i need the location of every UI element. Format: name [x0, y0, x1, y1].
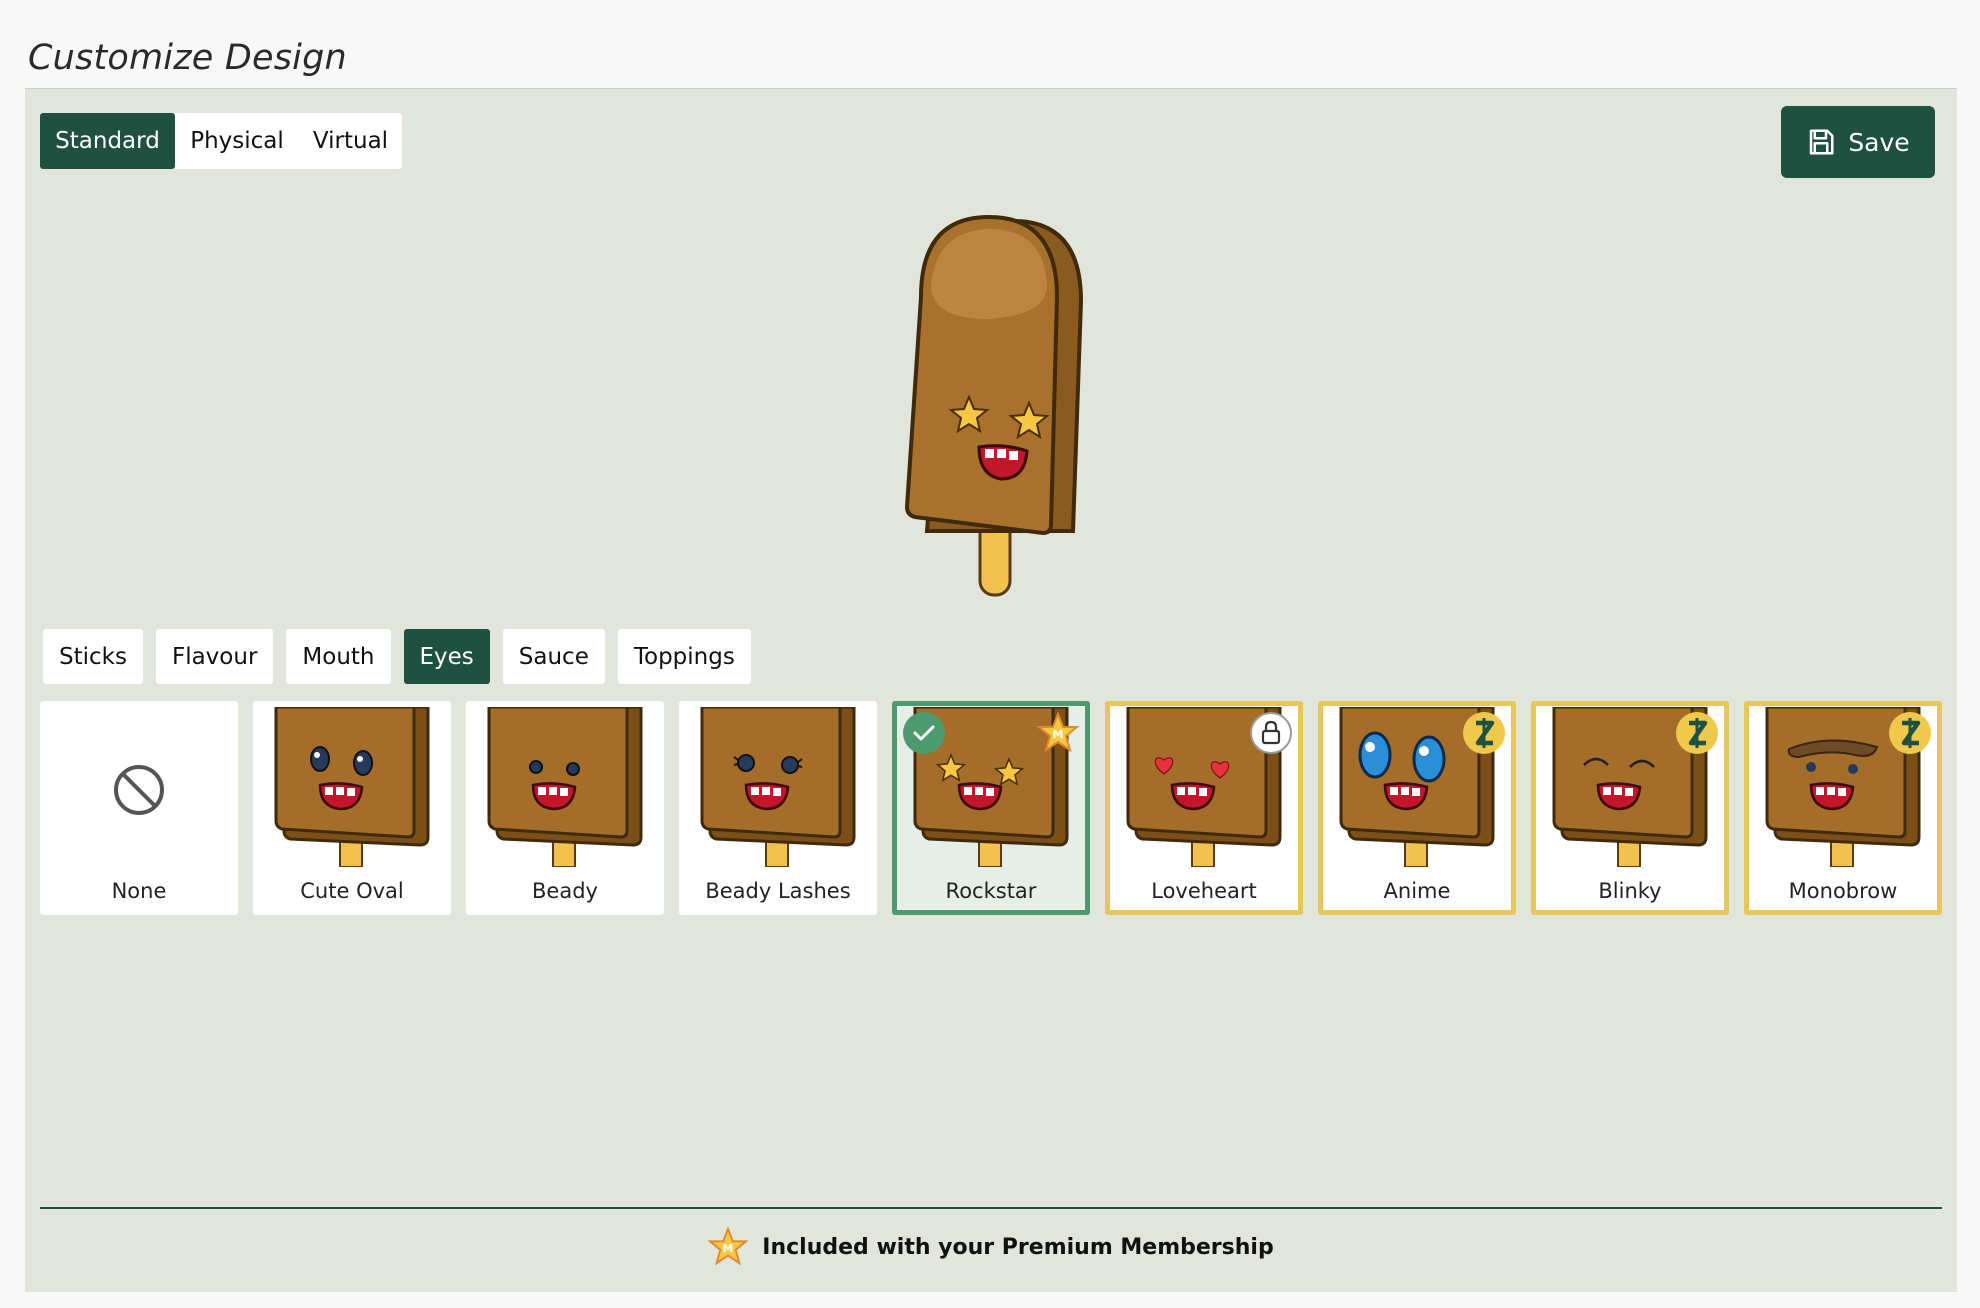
check-icon: [903, 712, 945, 754]
coin-icon: [1676, 712, 1718, 754]
cute-oval-thumbnail: [274, 707, 430, 867]
beady-thumbnail: [487, 707, 643, 867]
svg-text:M: M: [723, 1243, 733, 1255]
option-label: Loveheart: [1151, 879, 1257, 903]
option-cute-oval[interactable]: Cute Oval: [253, 701, 451, 915]
membership-note-text: Included with your Premium Membership: [762, 1234, 1274, 1260]
page-title: Customize Design: [28, 38, 347, 78]
option-beady[interactable]: Beady: [466, 701, 664, 915]
design-panel: Standard Physical Virtual Save Sticks Fl…: [25, 88, 1957, 1292]
design-preview: [885, 207, 1125, 607]
save-label: Save: [1848, 127, 1910, 157]
option-monobrow[interactable]: Monobrow: [1744, 701, 1942, 915]
tab-flavour[interactable]: Flavour: [155, 629, 274, 684]
coin-icon: [1463, 712, 1505, 754]
option-anime[interactable]: Anime: [1318, 701, 1516, 915]
tab-sticks[interactable]: Sticks: [43, 629, 143, 684]
tab-mouth[interactable]: Mouth: [286, 629, 391, 684]
membership-star-icon: M: [1036, 711, 1080, 754]
tab-physical[interactable]: Physical: [175, 113, 299, 169]
membership-star-icon: M: [708, 1227, 749, 1266]
option-loveheart[interactable]: Loveheart: [1105, 701, 1303, 915]
ban-icon: [114, 765, 164, 815]
tab-standard[interactable]: Standard: [40, 113, 175, 169]
option-rockstar[interactable]: M Rockstar: [892, 701, 1090, 915]
mode-tabs: Standard Physical Virtual: [40, 113, 402, 169]
option-label: Monobrow: [1788, 879, 1898, 903]
tab-sauce[interactable]: Sauce: [502, 629, 605, 684]
option-label: Rockstar: [945, 879, 1037, 903]
tab-virtual[interactable]: Virtual: [299, 113, 402, 169]
category-tabs: Sticks Flavour Mouth Eyes Sauce Toppings: [43, 629, 751, 684]
coin-icon: [1889, 712, 1931, 754]
option-label: None: [111, 879, 167, 903]
option-label: Blinky: [1598, 879, 1662, 903]
option-label: Cute Oval: [300, 879, 404, 903]
option-blinky[interactable]: Blinky: [1531, 701, 1729, 915]
option-label: Beady: [532, 879, 598, 903]
svg-text:M: M: [1053, 728, 1064, 741]
option-beady-lashes[interactable]: Beady Lashes: [679, 701, 877, 915]
membership-note: M Included with your Premium Membership: [25, 1227, 1957, 1267]
tab-eyes[interactable]: Eyes: [403, 629, 490, 684]
save-button[interactable]: Save: [1781, 106, 1935, 178]
divider: [40, 1207, 1942, 1209]
beady-lashes-thumbnail: [700, 707, 856, 867]
tab-toppings[interactable]: Toppings: [617, 629, 751, 684]
option-label: Beady Lashes: [705, 879, 851, 903]
option-label: Anime: [1383, 879, 1451, 903]
lock-icon: [1250, 712, 1292, 754]
option-none[interactable]: None: [40, 701, 238, 915]
eye-options: None Cute Oval Beady Beady Lashes M Rock…: [40, 701, 1942, 915]
floppy-disk-icon: [1810, 129, 1834, 155]
